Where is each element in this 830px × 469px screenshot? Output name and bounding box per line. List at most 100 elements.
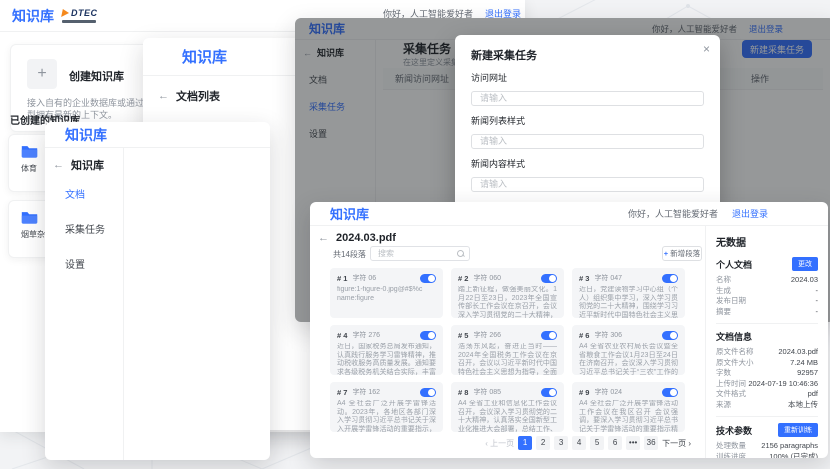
modal-field-label: 访问网址	[471, 71, 704, 84]
paragraph-char-count: 字符 085	[473, 387, 501, 397]
paragraph-enable-toggle[interactable]	[420, 388, 436, 397]
sidebar-nav-item[interactable]: 设置	[65, 256, 105, 271]
section-divider	[716, 323, 818, 324]
info-row-label: 原文件大小	[716, 358, 754, 369]
tech-params-title: 技术参数	[716, 424, 752, 437]
pagination-page-button[interactable]: 6	[608, 436, 622, 450]
paragraph-card-header: # 9 字符 024	[579, 387, 678, 397]
info-row: 发布日期 -	[716, 296, 818, 307]
paragraph-card[interactable]: # 2 字符 060 踏上新征程，做强美丽文化。1月22日至23日，2023年全…	[451, 268, 564, 318]
modal-field-input[interactable]	[471, 134, 704, 149]
kbnav-header: 知识库	[45, 122, 270, 148]
info-row-label: 上传时间	[716, 379, 746, 390]
paragraph-enable-toggle[interactable]	[662, 331, 678, 340]
add-paragraph-button[interactable]: + 新增段落	[662, 246, 702, 261]
paragraph-card-header: # 5 字符 266	[458, 330, 557, 340]
info-row: 摘要 -	[716, 307, 818, 318]
pagination-page-button[interactable]: 3	[554, 436, 568, 450]
pagination-page-button[interactable]: 1	[518, 436, 532, 450]
paragraph-enable-toggle[interactable]	[420, 274, 436, 283]
kbnav-breadcrumb: ← 知识库	[45, 148, 270, 182]
search-input[interactable]	[376, 248, 457, 259]
side-panel-title: 无数据	[716, 234, 818, 249]
paragraph-card-header: # 1 字符 06	[337, 273, 436, 283]
doclist-breadcrumb-label: 文档列表	[176, 88, 220, 104]
info-row-label: 来源	[716, 400, 731, 411]
pagination-page-button[interactable]: •••	[626, 436, 640, 450]
paragraph-card-header: # 2 字符 060	[458, 273, 557, 283]
paragraph-text: A4 全社会广泛开展学雷锋活动。2023年，各地区各部门深入学习贯彻习近平总书记…	[337, 400, 436, 432]
dtec-logo-subtext-bar	[62, 20, 96, 23]
add-paragraph-label: 新增段落	[670, 248, 700, 259]
change-button[interactable]: 更改	[792, 257, 818, 271]
pagination-page-button[interactable]: 36	[644, 436, 658, 450]
pagination-page-button[interactable]: 2	[536, 436, 550, 450]
paragraph-enable-toggle[interactable]	[662, 388, 678, 397]
paragraph-char-count: 字符 024	[594, 387, 622, 397]
paragraph-enable-toggle[interactable]	[541, 274, 557, 283]
sidebar-divider	[123, 148, 124, 460]
dtec-brand-logo: DTEC	[62, 9, 98, 23]
pagination-pages: 1 2 3 4 5 6 ••• 36	[518, 436, 658, 450]
folder-icon	[21, 144, 38, 158]
info-row-value: 2024-07-19 10:46:36	[748, 379, 818, 390]
personal-doc-title: 个人文档	[716, 258, 752, 271]
modal-field-input[interactable]	[471, 91, 704, 106]
paragraph-search-box	[370, 246, 470, 261]
paragraph-card[interactable]: # 7 字符 162 A4 全社会广泛开展学雷锋活动。2023年，各地区各部门深…	[330, 382, 443, 432]
paragraph-card[interactable]: # 9 字符 024 A4 全社会广泛开展学雷锋活动工作会议在我区召开 会议强调…	[572, 382, 685, 432]
paragraph-enable-toggle[interactable]	[420, 331, 436, 340]
info-row-value: 92957	[797, 368, 818, 379]
paragraph-card-grid: # 1 字符 06 figure:1-figure-0.jpg@#$%c nam…	[330, 268, 685, 432]
paragraph-card[interactable]: # 8 字符 085 A4 全省工业和信息化工作会议召开，会议深入学习贯彻党的二…	[451, 382, 564, 432]
back-arrow-icon[interactable]: ←	[158, 90, 169, 102]
retrain-button[interactable]: 重新训练	[778, 423, 818, 437]
tech-params-section-header: 技术参数 重新训练	[716, 423, 818, 437]
sidebar-nav-item[interactable]: 采集任务	[65, 221, 105, 236]
pagination-page-button[interactable]: 5	[590, 436, 604, 450]
pagination-prev-button[interactable]: ‹ 上一页	[485, 438, 514, 449]
paragraph-char-count: 字符 06	[352, 273, 376, 283]
modal-field-label: 新闻内容样式	[471, 157, 704, 170]
paragraph-enable-toggle[interactable]	[662, 274, 678, 283]
info-row: 原文件大小 7.24 MB	[716, 358, 818, 369]
pagination-next-button[interactable]: 下一页 ›	[662, 438, 691, 449]
paragraph-card[interactable]: # 4 字符 276 近日，国家税务总局发布通知，认真践行服务学习雷锋精神，推动…	[330, 325, 443, 375]
paragraph-text: 浩荡东风起，奋进正当时——2024年全国税务工作会议在京召开，会议以习近平新时代…	[458, 343, 557, 375]
paragraph-enable-toggle[interactable]	[541, 331, 557, 340]
info-row-label: 处理数量	[716, 441, 746, 452]
docview-greeting-text: 你好，人工智能爱好者	[628, 207, 718, 220]
back-arrow-icon[interactable]: ←	[53, 159, 64, 171]
modal-field: 新闻列表样式	[471, 114, 704, 149]
close-icon[interactable]: ×	[703, 43, 710, 55]
paragraph-text: 近日，国家税务总局发布通知，认真践行服务学习雷锋精神，推动税收服务高质量发展。通…	[337, 343, 436, 375]
personal-doc-rows: 名称 2024.03 生成 - 发布日期 - 摘要	[716, 275, 818, 317]
info-row: 文件格式 pdf	[716, 389, 818, 400]
docview-logout-link[interactable]: 退出登录	[732, 207, 768, 220]
info-row: 来源 本地上传	[716, 400, 818, 411]
paragraph-char-count: 字符 266	[473, 330, 501, 340]
paragraph-card[interactable]: # 6 字符 306 A4 全省农业农村局长会议暨全省粮食工作会议1月23日至2…	[572, 325, 685, 375]
info-row: 处理数量 2156 paragraphs	[716, 441, 818, 452]
tech-params-rows: 处理数量 2156 paragraphs 训练进度 100% (已完成) 嵌入时…	[716, 441, 818, 458]
sidebar-nav-item[interactable]: 文档	[65, 186, 105, 201]
paragraph-card[interactable]: # 1 字符 06 figure:1-figure-0.jpg@#$%c nam…	[330, 268, 443, 318]
modal-field-input[interactable]	[471, 177, 704, 192]
info-row-value: 7.24 MB	[790, 358, 818, 369]
modal-field-label: 新闻列表样式	[471, 114, 704, 127]
back-arrow-icon[interactable]: ←	[318, 232, 329, 244]
paragraph-index: # 2	[458, 274, 468, 283]
kbnav-breadcrumb-label: 知识库	[71, 157, 104, 173]
screenshot-collage: 知识库 DTEC 你好，人工智能爱好者 退出登录 + 创建知识库 接入自有的企业…	[0, 0, 830, 469]
paragraph-index: # 7	[337, 388, 347, 397]
paragraph-card[interactable]: # 5 字符 266 浩荡东风起，奋进正当时——2024年全国税务工作会议在京召…	[451, 325, 564, 375]
info-row: 字数 92957	[716, 368, 818, 379]
pagination-page-button[interactable]: 4	[572, 436, 586, 450]
paragraph-enable-toggle[interactable]	[541, 388, 557, 397]
paragraph-card-header: # 7 字符 162	[337, 387, 436, 397]
paragraph-card[interactable]: # 3 字符 047 近日，党建读物学习中心组（个人）组织集中学习，深入学习贯彻…	[572, 268, 685, 318]
paragraph-text: A4 全社会广泛开展学雷锋活动工作会议在我区召开 会议强调，要深入学习贯彻习近平…	[579, 400, 678, 432]
modal-field: 访问网址	[471, 71, 704, 106]
info-row-value: -	[816, 296, 819, 307]
modal-field: 新闻内容样式	[471, 157, 704, 192]
